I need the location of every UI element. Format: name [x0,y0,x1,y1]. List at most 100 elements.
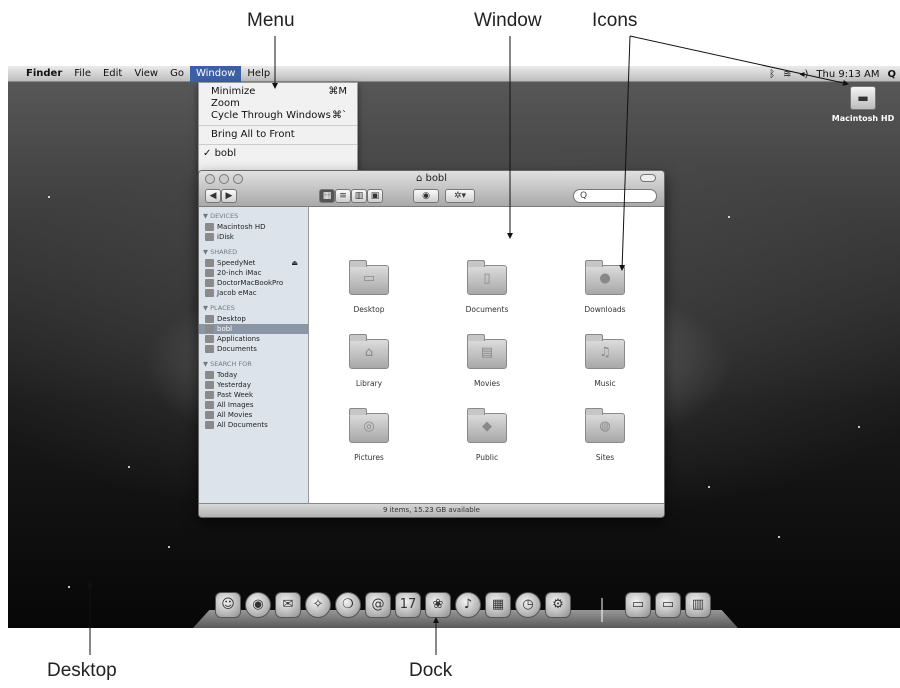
ical-icon[interactable]: 17 [395,592,421,618]
eject-icon[interactable]: ⏏ [291,259,298,267]
folder-downloads[interactable]: ● Downloads [550,260,660,314]
dock: ☺ ◉ ✉ ✧ ❍ @ 17 ❀ ♪ ▦ ◷ ⚙ ▭ ▭ ▥ [193,578,738,628]
downloads-stack-icon[interactable]: ▭ [655,592,681,618]
menu-extras: ᛒ ≋ ◂) Thu 9:13 AM Q [769,66,896,82]
star [168,546,170,548]
folder-movies[interactable]: ▤ Movies [432,334,542,388]
folder-music[interactable]: ♫ Music [550,334,660,388]
finder-content: ▭ Desktop ▯ Documents ● Downloads ⌂ Library … [310,207,664,503]
sidebar-header-places[interactable]: ▼ PLACES [199,302,308,314]
folder-public[interactable]: ◆ Public [432,408,542,462]
checkmark-icon: ✓ [203,148,212,159]
address-book-icon[interactable]: @ [365,592,391,618]
folder-desktop[interactable]: ▭ Desktop [314,260,424,314]
sidebar-item-desktop[interactable]: Desktop [199,314,308,324]
spotlight-icon[interactable]: Q [887,69,896,80]
finder-icon[interactable]: ☺ [215,592,241,618]
dashboard-icon[interactable]: ◉ [245,592,271,618]
desktop-icon-macintosh-hd[interactable]: ▬ Macintosh HD [828,86,898,123]
folder-documents[interactable]: ▯ Documents [432,260,542,314]
menu-item-cycle-windows[interactable]: Cycle Through Windows ⌘` [199,110,357,122]
movies-folder-icon: ▤ [467,334,507,369]
clock[interactable]: Thu 9:13 AM [816,69,879,80]
system-preferences-icon[interactable]: ⚙ [545,592,571,618]
documents-stack-icon[interactable]: ▭ [625,592,651,618]
finder-sidebar: ▼ DEVICES Macintosh HD iDisk ▼ SHARED Sp… [199,207,309,503]
clock-icon [205,381,214,389]
network-computer-icon [205,289,214,297]
ichat-icon[interactable]: ❍ [335,592,361,618]
back-button[interactable]: ◀ [205,189,221,203]
sidebar-item-past-week[interactable]: Past Week [199,390,308,400]
quick-look-button[interactable]: ◉ [413,189,439,203]
volume-icon[interactable]: ◂) [799,69,808,80]
sidebar-item-all-documents[interactable]: All Documents [199,420,308,430]
finder-window: ⌂ bobl ◀ ▶ ▦ ≡ ▥ ▣ ◉ ✲▾ Q ▼ DEVICES Maci… [198,170,665,518]
mac-desktop[interactable]: Finder File Edit View Go Window Help ᛒ ≋… [8,66,900,628]
sidebar-item-today[interactable]: Today [199,370,308,380]
sidebar-item-yesterday[interactable]: Yesterday [199,380,308,390]
menu-bar: Finder File Edit View Go Window Help ᛒ ≋… [8,66,900,82]
trash-icon[interactable]: ▥ [685,592,711,618]
menu-view[interactable]: View [128,66,164,82]
menu-item-minimize[interactable]: Minimize ⌘M [199,86,357,98]
finder-status-bar: 9 items, 15.23 GB available [199,503,664,517]
smart-folder-icon [205,411,214,419]
cover-flow-button[interactable]: ▣ [367,189,383,203]
spaces-icon[interactable]: ▦ [485,592,511,618]
sidebar-header-devices[interactable]: ▼ DEVICES [199,210,308,222]
star [48,196,50,198]
column-view-button[interactable]: ▥ [351,189,367,203]
wifi-icon[interactable]: ≋ [783,69,791,80]
sidebar-item-20-inch-imac[interactable]: 20-inch iMac [199,268,308,278]
annotated-screenshot: Finder File Edit View Go Window Help ᛒ ≋… [0,0,900,688]
folder-pictures[interactable]: ◎ Pictures [314,408,424,462]
menu-go[interactable]: Go [164,66,190,82]
dock-separator [601,598,603,622]
menu-file[interactable]: File [68,66,97,82]
sidebar-item-all-images[interactable]: All Images [199,400,308,410]
sidebar-item-idisk[interactable]: iDisk [199,232,308,242]
sidebar-item-applications[interactable]: Applications [199,334,308,344]
iphoto-icon[interactable]: ❀ [425,592,451,618]
sidebar-item-documents[interactable]: Documents [199,344,308,354]
forward-button[interactable]: ▶ [221,189,237,203]
menu-item-bobl[interactable]: ✓ bobl [199,148,357,160]
folder-library[interactable]: ⌂ Library [314,334,424,388]
sidebar-item-all-movies[interactable]: All Movies [199,410,308,420]
menu-item-zoom[interactable]: Zoom [199,98,357,110]
menu-help[interactable]: Help [241,66,276,82]
sidebar-item-jacob-emac[interactable]: Jacob eMac [199,288,308,298]
toolbar-toggle-button[interactable] [640,174,656,182]
sites-folder-icon: ◍ [585,408,625,443]
menu-finder[interactable]: Finder [20,66,68,82]
public-folder-icon: ◆ [467,408,507,443]
menu-window[interactable]: Window [189,66,242,82]
pictures-folder-icon: ◎ [349,408,389,443]
icon-view-button[interactable]: ▦ [319,189,335,203]
mail-icon[interactable]: ✉ [275,592,301,618]
safari-icon[interactable]: ✧ [305,592,331,618]
sidebar-item-bobl[interactable]: bobl [199,324,308,334]
sidebar-header-search-for[interactable]: ▼ SEARCH FOR [199,358,308,370]
list-view-button[interactable]: ≡ [335,189,351,203]
star [128,466,130,468]
apple-menu-icon[interactable] [8,66,20,82]
sidebar-item-doctormacbookpro[interactable]: DoctorMacBookPro [199,278,308,288]
menu-edit[interactable]: Edit [97,66,128,82]
bluetooth-icon[interactable]: ᛒ [769,69,775,80]
sidebar-header-shared[interactable]: ▼ SHARED [199,246,308,258]
time-machine-icon[interactable]: ◷ [515,592,541,618]
sidebar-item-speedynet[interactable]: SpeedyNet ⏏ [199,258,308,268]
callout-dock: Dock [409,660,453,681]
itunes-icon[interactable]: ♪ [455,592,481,618]
folder-sites[interactable]: ◍ Sites [550,408,660,462]
network-computer-icon [205,279,214,287]
applications-icon [205,335,214,343]
window-titlebar[interactable]: ⌂ bobl ◀ ▶ ▦ ≡ ▥ ▣ ◉ ✲▾ Q [199,171,664,207]
menu-item-bring-all-to-front[interactable]: Bring All to Front [199,129,357,141]
action-menu-button[interactable]: ✲▾ [445,189,475,203]
search-field[interactable]: Q [573,189,657,203]
sidebar-item-macintosh-hd[interactable]: Macintosh HD [199,222,308,232]
smart-folder-icon [205,401,214,409]
